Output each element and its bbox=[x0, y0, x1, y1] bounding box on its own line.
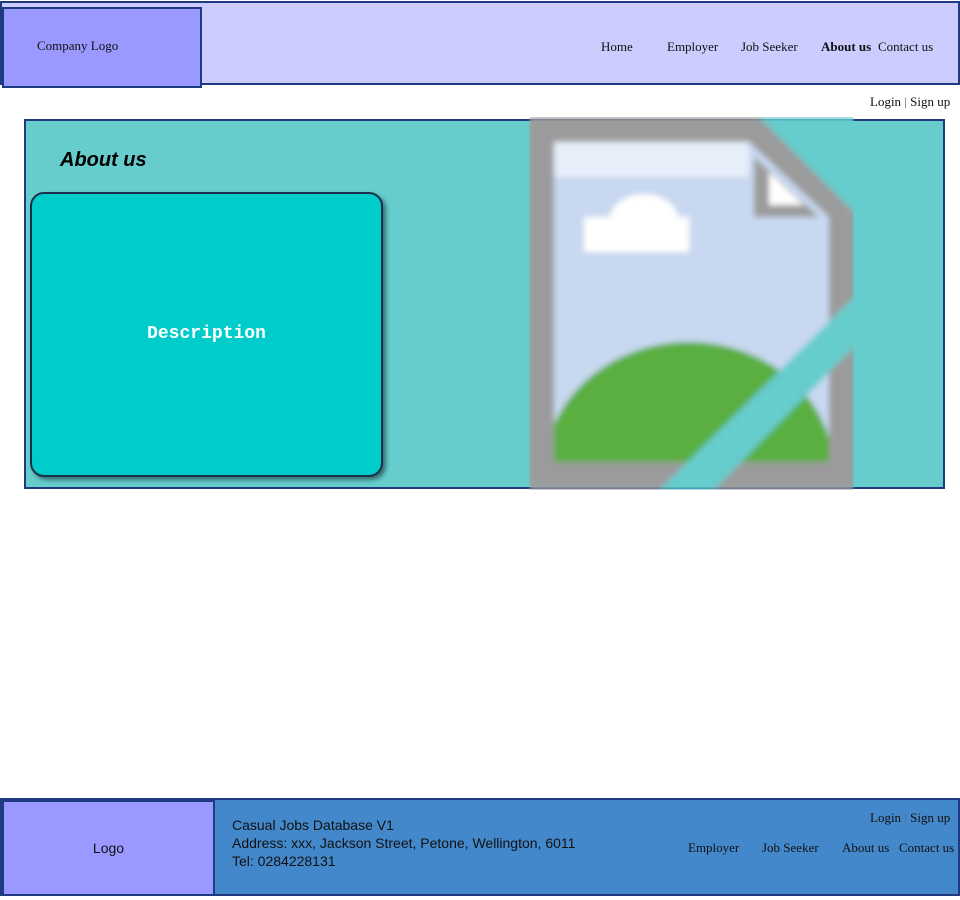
nav-employer[interactable]: Employer bbox=[667, 39, 718, 55]
login-link[interactable]: Login bbox=[870, 94, 901, 109]
nav-job-seeker[interactable]: Job Seeker bbox=[741, 39, 798, 55]
footer-signup-link[interactable]: Sign up bbox=[910, 810, 950, 825]
signup-link[interactable]: Sign up bbox=[910, 94, 950, 109]
footer-nav-employer[interactable]: Employer bbox=[688, 840, 739, 856]
footer-nav-about-us[interactable]: About us bbox=[842, 840, 889, 856]
footer-info: Casual Jobs Database V1 Address: xxx, Ja… bbox=[232, 816, 575, 870]
description-card: Description bbox=[30, 192, 383, 477]
nav-contact-us[interactable]: Contact us bbox=[878, 39, 933, 55]
footer-tel: Tel: 0284228131 bbox=[232, 853, 336, 869]
footer-site-name: Casual Jobs Database V1 bbox=[232, 817, 394, 833]
description-label: Description bbox=[147, 324, 266, 344]
company-logo-text: Company Logo bbox=[37, 38, 119, 53]
footer-auth-separator: | bbox=[904, 810, 907, 825]
nav-about-us[interactable]: About us bbox=[821, 39, 871, 55]
page-title: About us bbox=[60, 149, 147, 171]
footer-nav-job-seeker[interactable]: Job Seeker bbox=[762, 840, 819, 856]
site-footer: Logo Casual Jobs Database V1 Address: xx… bbox=[0, 798, 960, 896]
footer-login-link[interactable]: Login bbox=[870, 810, 901, 825]
company-logo[interactable]: Company Logo bbox=[2, 7, 202, 88]
footer-logo[interactable]: Logo bbox=[2, 800, 215, 896]
footer-nav-contact-us[interactable]: Contact us bbox=[899, 840, 954, 856]
auth-separator: | bbox=[904, 94, 907, 109]
site-header: Company Logo Home Employer Job Seeker Ab… bbox=[0, 1, 960, 88]
footer-auth-links: Login | Sign up bbox=[870, 810, 950, 826]
broken-image-icon bbox=[529, 117, 854, 490]
footer-logo-text: Logo bbox=[92, 840, 125, 856]
nav-home[interactable]: Home bbox=[601, 39, 633, 55]
header-auth-links: Login | Sign up bbox=[870, 94, 950, 110]
footer-address: Address: xxx, Jackson Street, Petone, We… bbox=[232, 835, 576, 851]
